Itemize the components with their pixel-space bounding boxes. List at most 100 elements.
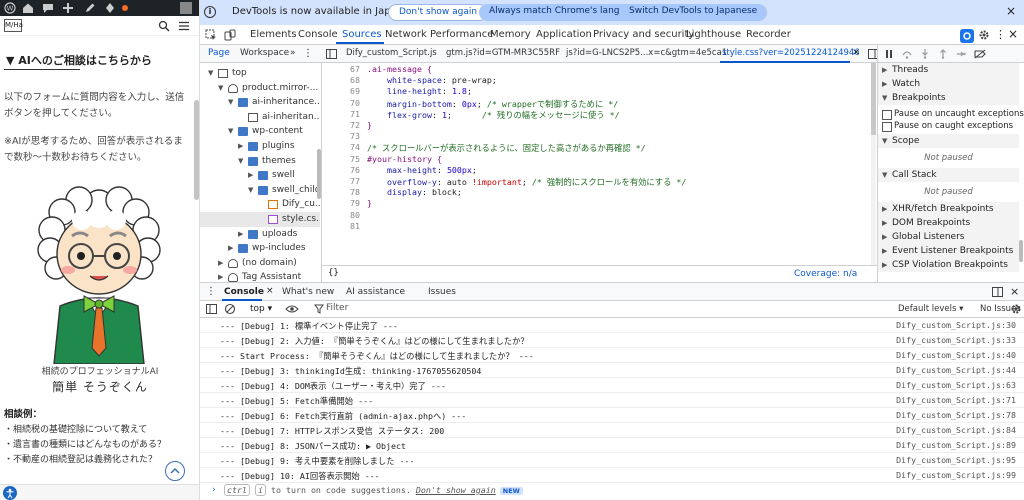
pause-uncaught-checkbox[interactable]: Pause on uncaught exceptions	[882, 108, 1024, 120]
caret-right-icon[interactable]: ▶	[218, 270, 226, 282]
tree-item[interactable]: ▼ swell_child	[200, 183, 320, 198]
caret-right-icon[interactable]: ▶	[238, 227, 246, 242]
line-number[interactable]: 77	[322, 176, 360, 186]
caret-down-icon[interactable]: ▼	[238, 154, 246, 169]
tree-item[interactable]: ▶ plugins	[200, 139, 320, 154]
caret-right-icon[interactable]: ▶	[218, 256, 226, 271]
more-options-icon[interactable]: ⋮	[995, 28, 1006, 41]
log-levels-dropdown[interactable]: Default levels ▾	[898, 304, 963, 314]
close-tab-icon[interactable]: ×	[852, 47, 860, 58]
tab-privacy-security[interactable]: Privacy and security	[593, 29, 694, 40]
wordpress-icon[interactable]: W	[4, 2, 16, 14]
tree-item[interactable]: ▼ wp-content	[200, 124, 320, 139]
toggle-navigator-icon[interactable]	[326, 49, 337, 59]
source-link[interactable]: Dify_custom_Script.js:84	[896, 425, 1016, 435]
tree-item[interactable]: ▼ product.mirror-...	[200, 81, 320, 96]
hint-dont-show-link[interactable]: Don't show again	[416, 485, 496, 495]
section-dom-breakpoints[interactable]: ▶ DOM Breakpoints	[878, 216, 1019, 230]
section-event-listener-breakpoints[interactable]: ▶ Event Listener Breakpoints	[878, 244, 1019, 258]
inspect-element-icon[interactable]	[205, 29, 217, 41]
source-link[interactable]: Dify_custom_Script.js:71	[896, 395, 1016, 405]
section-call-stack[interactable]: ▼ Call Stack	[878, 168, 1019, 182]
tree-item[interactable]: ▶ swell	[200, 168, 320, 183]
code-editor[interactable]: 67 .ai-message {68 white-space: pre-wrap;…	[322, 63, 877, 265]
source-link[interactable]: Dify_custom_Script.js:99	[896, 470, 1016, 480]
caret-down-icon[interactable]: ▼	[228, 95, 236, 110]
tree-item[interactable]: ▶ wp-includes	[200, 241, 320, 256]
expandable-object[interactable]: ▶ Object	[366, 441, 406, 451]
tab-elements[interactable]: Elements	[250, 29, 297, 40]
back-to-top-button[interactable]	[165, 461, 185, 481]
settings-gear-icon[interactable]	[978, 29, 990, 41]
section-breakpoints[interactable]: ▼ Breakpoints	[878, 91, 1019, 105]
file-tab-style-css[interactable]: style.css?ver=20251224124946	[722, 48, 860, 58]
section-watch[interactable]: ▶ Watch	[878, 77, 1019, 91]
tree-item[interactable]: style.cs...	[200, 212, 320, 227]
pretty-print-button[interactable]: {}	[328, 268, 339, 278]
tab-sources[interactable]: Sources	[342, 29, 382, 40]
tab-application[interactable]: Application	[536, 29, 592, 40]
comments-icon[interactable]	[42, 2, 54, 14]
tab-recorder[interactable]: Recorder	[746, 29, 791, 40]
tab-performance[interactable]: Performance	[430, 29, 493, 40]
step-icon[interactable]	[956, 49, 966, 59]
drawer-tab-whats-new[interactable]: What's new	[282, 287, 334, 297]
close-drawer-icon[interactable]: ×	[1010, 285, 1019, 298]
source-link[interactable]: Dify_custom_Script.js:33	[896, 335, 1016, 345]
line-number[interactable]: 75	[322, 154, 360, 164]
drawer-tab-console[interactable]: Console	[224, 287, 264, 297]
file-tab-dify-script[interactable]: Dify_custom_Script.js	[346, 48, 437, 58]
tree-item[interactable]: ▼ top	[200, 66, 320, 81]
drawer-menu-icon[interactable]: ⋮	[206, 286, 216, 297]
dont-show-again-button[interactable]: Don't show again	[388, 4, 489, 21]
editor-scrollbar-thumb[interactable]	[871, 63, 876, 135]
step-out-icon[interactable]	[938, 49, 948, 59]
subtab-workspace[interactable]: Workspace	[240, 48, 289, 58]
pause-icon[interactable]	[884, 49, 894, 59]
tree-item[interactable]: Dify_cu...	[200, 197, 320, 212]
line-number[interactable]: 73	[322, 131, 360, 141]
section-global-listeners[interactable]: ▶ Global Listeners	[878, 230, 1019, 244]
home-icon[interactable]	[22, 2, 34, 14]
line-number[interactable]: 81	[322, 221, 360, 231]
line-number[interactable]: 71	[322, 109, 360, 119]
navigator-menu-icon[interactable]: ⋮	[303, 48, 313, 59]
live-expression-eye-icon[interactable]	[285, 304, 299, 314]
console-settings-gear-icon[interactable]	[1010, 303, 1022, 315]
caret-down-icon[interactable]: ▼	[218, 81, 226, 96]
file-tab-gtm[interactable]: gtm.js?id=GTM-MR3C55RF	[446, 48, 560, 58]
tree-item[interactable]: ▼ ai-inheritance...	[200, 95, 320, 110]
source-link[interactable]: Dify_custom_Script.js:95	[896, 455, 1016, 465]
debugger-scrollbar-thumb[interactable]	[1019, 240, 1023, 262]
line-number[interactable]: 80	[322, 210, 360, 220]
context-selector[interactable]: top ▾	[250, 304, 272, 314]
pause-caught-checkbox[interactable]: Pause on caught exceptions	[882, 120, 1021, 132]
caret-right-icon[interactable]: ▶	[248, 168, 256, 183]
tree-item[interactable]: ▶ Tag Assistant	[200, 270, 320, 282]
line-number[interactable]: 67	[322, 64, 360, 74]
line-number[interactable]: 78	[322, 187, 360, 197]
tree-scrollbar-thumb[interactable]	[317, 149, 321, 199]
search-icon[interactable]	[158, 20, 170, 32]
step-into-icon[interactable]	[920, 49, 930, 59]
banner-close-icon[interactable]: ×	[1006, 4, 1016, 18]
edit-pencil-icon[interactable]	[84, 2, 96, 14]
source-link[interactable]: Dify_custom_Script.js:44	[896, 365, 1016, 375]
tree-item[interactable]: ▶ uploads	[200, 227, 320, 242]
tree-item[interactable]: ▼ themes	[200, 154, 320, 169]
ai-assist-icon[interactable]	[960, 29, 974, 43]
new-content-icon[interactable]	[62, 2, 74, 14]
line-number[interactable]: 79	[322, 198, 360, 208]
more-subtabs-chevron[interactable]: »	[290, 48, 296, 58]
swell-icon[interactable]	[104, 2, 116, 14]
deactivate-breakpoints-icon[interactable]	[974, 49, 986, 59]
user-avatar[interactable]	[180, 2, 192, 14]
console-sidebar-icon[interactable]	[206, 304, 217, 314]
line-number[interactable]: 72	[322, 120, 360, 130]
section-scope[interactable]: ▼ Scope	[878, 134, 1019, 148]
hamburger-menu-icon[interactable]	[178, 20, 190, 32]
line-number[interactable]: 69	[322, 86, 360, 96]
subtab-page[interactable]: Page	[208, 48, 230, 58]
device-toolbar-icon[interactable]	[224, 29, 236, 41]
section-xhr-breakpoints[interactable]: ▶ XHR/fetch Breakpoints	[878, 202, 1019, 216]
